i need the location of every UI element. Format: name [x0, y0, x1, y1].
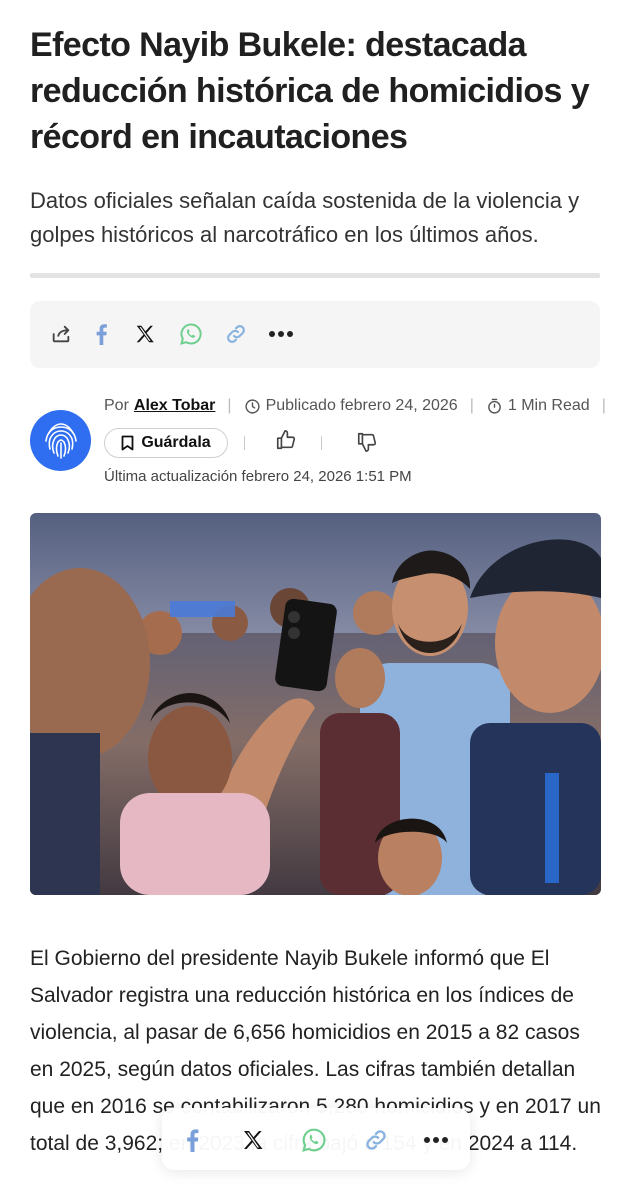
whatsapp-icon[interactable] — [298, 1124, 330, 1156]
action-separator — [244, 436, 245, 450]
author-avatar[interactable] — [30, 410, 91, 471]
facebook-icon[interactable] — [86, 319, 116, 349]
article-title: Efecto Nayib Bukele: destacada reducción… — [30, 26, 590, 156]
save-label: Guárdala — [141, 434, 211, 451]
link-icon[interactable] — [221, 319, 251, 349]
save-button[interactable]: Guárdala — [104, 428, 228, 458]
meta-separator: | — [601, 397, 606, 414]
bookmark-icon — [121, 435, 134, 451]
stopwatch-icon — [486, 398, 503, 415]
published-date: Publicado febrero 24, 2026 — [265, 397, 458, 414]
article-photo[interactable] — [30, 513, 601, 895]
thumbs-down-icon[interactable] — [356, 431, 378, 458]
link-icon[interactable] — [360, 1124, 392, 1156]
more-icon[interactable] — [420, 1124, 452, 1156]
author-link[interactable]: Alex Tobar — [134, 397, 216, 415]
share-icon[interactable] — [46, 319, 76, 349]
byline-row: Por Alex Tobar | Publicado febrero 24, 2… — [104, 395, 618, 417]
title-divider — [30, 273, 600, 278]
crowd-selfie-photo-icon — [30, 513, 601, 895]
meta-separator: | — [227, 397, 232, 414]
whatsapp-icon[interactable] — [176, 319, 206, 349]
by-label: Por — [104, 397, 129, 414]
more-icon[interactable] — [266, 319, 296, 349]
read-time: 1 Min Read — [507, 397, 590, 414]
facebook-icon[interactable] — [176, 1124, 208, 1156]
meta-separator: | — [469, 397, 474, 414]
action-separator — [321, 436, 322, 450]
share-bar — [30, 301, 600, 368]
last-updated: Última actualización febrero 24, 2026 1:… — [104, 468, 412, 485]
x-icon[interactable] — [237, 1124, 269, 1156]
x-icon[interactable] — [130, 319, 160, 349]
clock-icon — [244, 398, 261, 415]
article-subtitle: Datos oficiales señalan caída sostenida … — [30, 188, 580, 247]
thumbs-up-icon[interactable] — [275, 429, 297, 456]
fingerprint-logo-icon — [44, 422, 77, 459]
floating-share-bar — [162, 1108, 470, 1170]
